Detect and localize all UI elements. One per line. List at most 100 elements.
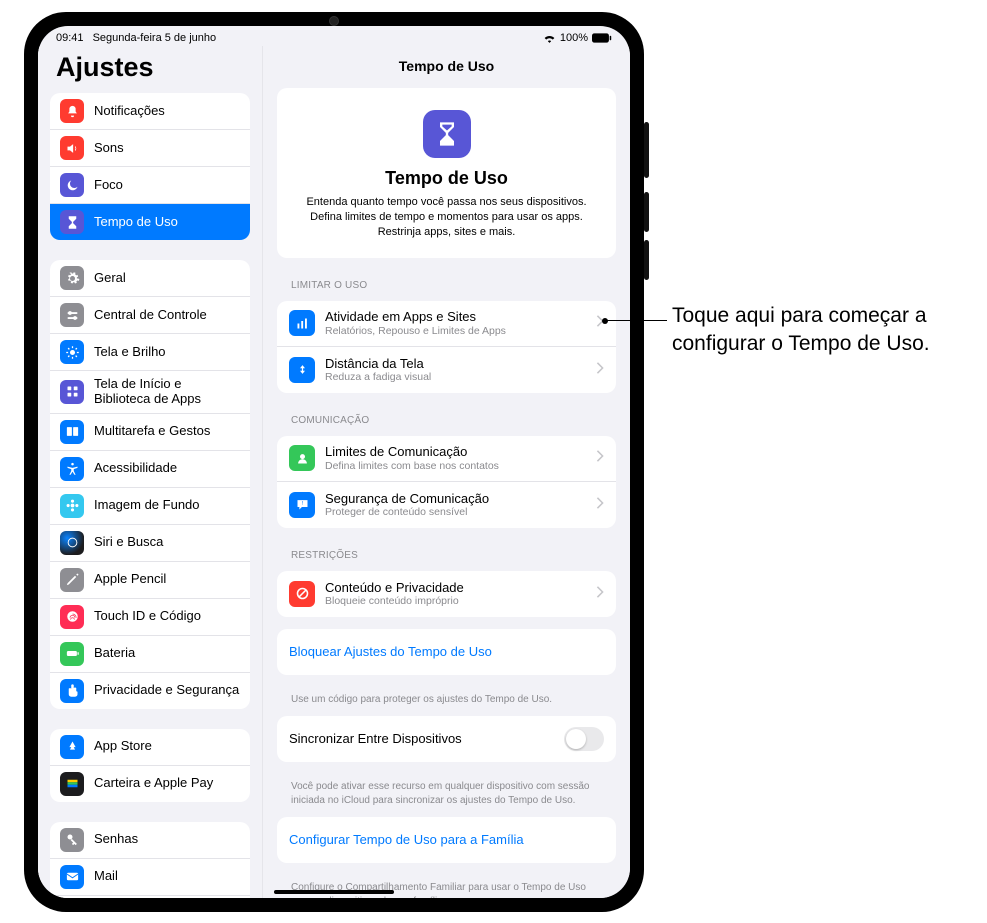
detail-row-dist-ncia-da-tela[interactable]: Distância da TelaReduza a fadiga visual — [277, 347, 616, 393]
contact-limit-icon — [289, 445, 315, 471]
row-title: Distância da Tela — [325, 356, 596, 372]
row-subtitle: Reduza a fadiga visual — [325, 371, 596, 383]
battery-icon — [60, 642, 84, 666]
row-title: Configurar Tempo de Uso para a Família — [289, 832, 604, 848]
sidebar-item-carteira-e-apple-pay[interactable]: Carteira e Apple Pay — [50, 766, 250, 802]
sidebar-item-central-de-controle[interactable]: Central de Controle — [50, 297, 250, 334]
sidebar-item-mail[interactable]: Mail — [50, 859, 250, 896]
sidebar-item-notifica-es[interactable]: Notificações — [50, 93, 250, 130]
sidebar-item-label: Geral — [94, 271, 240, 286]
hero-body: Entenda quanto tempo você passa nos seus… — [299, 195, 594, 240]
sidebar-item-label: Siri e Busca — [94, 535, 240, 550]
wifi-icon — [543, 32, 556, 44]
sidebar-title: Ajustes — [38, 46, 262, 93]
detail-row-sincronizar-entre-dispositivos[interactable]: Sincronizar Entre Dispositivos — [277, 716, 616, 762]
front-camera — [329, 16, 339, 26]
detail-row-configurar-tempo-de-uso-para-a-fam-lia[interactable]: Configurar Tempo de Uso para a Família — [277, 817, 616, 863]
sidebar-item-tempo-de-uso[interactable]: Tempo de Uso — [50, 204, 250, 240]
detail-row-bloquear-ajustes-do-tempo-de-uso[interactable]: Bloquear Ajustes do Tempo de Uso — [277, 629, 616, 675]
section-footer: Configure o Compartilhamento Familiar pa… — [263, 875, 630, 898]
callout-leader-line — [605, 320, 667, 321]
row-title: Segurança de Comunicação — [325, 491, 596, 507]
row-subtitle: Proteger de conteúdo sensível — [325, 506, 596, 518]
distance-icon — [289, 357, 315, 383]
status-bar: 09:41 Segunda-feira 5 de junho 100% — [38, 26, 630, 46]
sidebar-item-label: Multitarefa e Gestos — [94, 424, 240, 439]
hand-icon — [60, 679, 84, 703]
sidebar-item-geral[interactable]: Geral — [50, 260, 250, 297]
power-button — [644, 122, 649, 178]
volume-up-button — [644, 192, 649, 232]
sidebar-item-label: Tela de Início e Biblioteca de Apps — [94, 377, 240, 407]
detail-row-seguran-a-de-comunica-o[interactable]: ! Segurança de ComunicaçãoProteger de con… — [277, 482, 616, 528]
sidebar-item-bateria[interactable]: Bateria — [50, 636, 250, 673]
wallet-icon — [60, 772, 84, 796]
sidebar-item-label: Acessibilidade — [94, 461, 240, 476]
section-header: COMUNICAÇÃO — [263, 405, 630, 430]
toggle-switch[interactable] — [564, 727, 604, 751]
sidebar-item-contatos[interactable]: Contatos — [50, 896, 250, 898]
section-footer: Você pode ativar esse recurso em qualque… — [263, 774, 630, 811]
row-title: Bloquear Ajustes do Tempo de Uso — [289, 644, 604, 660]
mail-icon — [60, 865, 84, 889]
row-title: Limites de Comunicação — [325, 444, 596, 460]
row-title: Sincronizar Entre Dispositivos — [289, 731, 564, 747]
row-subtitle: Defina limites com base nos contatos — [325, 460, 596, 472]
sidebar-item-label: Imagem de Fundo — [94, 498, 240, 513]
hero-heading: Tempo de Uso — [299, 168, 594, 189]
volume-down-button — [644, 240, 649, 280]
sidebar-item-label: Senhas — [94, 832, 240, 847]
sidebar-item-label: Tempo de Uso — [94, 215, 240, 230]
sidebar-item-label: Central de Controle — [94, 308, 240, 323]
sidebar-item-multitarefa-e-gestos[interactable]: Multitarefa e Gestos — [50, 414, 250, 451]
settings-sidebar[interactable]: Ajustes Notificações Sons Foco Tempo de Uso… — [38, 46, 263, 898]
detail-row-limites-de-comunica-o[interactable]: Limites de ComunicaçãoDefina limites com… — [277, 436, 616, 482]
row-subtitle: Bloqueie conteúdo impróprio — [325, 595, 596, 607]
speaker-icon — [60, 136, 84, 160]
sidebar-item-label: Bateria — [94, 646, 240, 661]
section-header: LIMITAR O USO — [263, 270, 630, 295]
detail-row-conte-do-e-privacidade[interactable]: Conteúdo e PrivacidadeBloqueie conteúdo … — [277, 571, 616, 617]
row-subtitle: Relatórios, Repouso e Limites de Apps — [325, 325, 596, 337]
switches-icon — [60, 303, 84, 327]
flower-icon — [60, 494, 84, 518]
home-indicator[interactable] — [274, 890, 394, 894]
sidebar-item-siri-e-busca[interactable]: Siri e Busca — [50, 525, 250, 562]
sidebar-item-label: Apple Pencil — [94, 572, 240, 587]
sidebar-item-foco[interactable]: Foco — [50, 167, 250, 204]
sidebar-item-senhas[interactable]: Senhas — [50, 822, 250, 859]
accessibility-icon — [60, 457, 84, 481]
chevron-right-icon — [596, 361, 604, 379]
sidebar-item-tela-de-in-cio-e-biblioteca-de-apps[interactable]: Tela de Início e Biblioteca de Apps — [50, 371, 250, 414]
sidebar-item-label: Carteira e Apple Pay — [94, 776, 240, 791]
battery-icon — [592, 32, 612, 44]
battery-pct: 100% — [560, 32, 588, 44]
bubble-alert-icon: ! — [289, 492, 315, 518]
sidebar-item-acessibilidade[interactable]: Acessibilidade — [50, 451, 250, 488]
sidebar-item-tela-e-brilho[interactable]: Tela e Brilho — [50, 334, 250, 371]
ipad-frame: 09:41 Segunda-feira 5 de junho 100% Ajus… — [24, 12, 644, 912]
sidebar-item-touch-id-e-c-digo[interactable]: Touch ID e Código — [50, 599, 250, 636]
callout-annotation: Toque aqui para começar a configurar o T… — [672, 302, 962, 359]
sidebar-item-sons[interactable]: Sons — [50, 130, 250, 167]
detail-pane[interactable]: Tempo de Uso Tempo de Uso Entenda quanto… — [263, 46, 630, 898]
detail-row-atividade-em-apps-e-sites[interactable]: Atividade em Apps e SitesRelatórios, Rep… — [277, 301, 616, 347]
sidebar-item-imagem-de-fundo[interactable]: Imagem de Fundo — [50, 488, 250, 525]
grid-icon — [60, 380, 84, 404]
section-header: RESTRIÇÕES — [263, 540, 630, 565]
chevron-right-icon — [596, 449, 604, 467]
row-title: Conteúdo e Privacidade — [325, 580, 596, 596]
sidebar-item-app-store[interactable]: App Store — [50, 729, 250, 766]
sidebar-item-label: Notificações — [94, 104, 240, 119]
hero-card: Tempo de Uso Entenda quanto tempo você p… — [277, 88, 616, 258]
gear-icon — [60, 266, 84, 290]
sidebar-item-privacidade-e-seguran-a[interactable]: Privacidade e Segurança — [50, 673, 250, 709]
key-icon — [60, 828, 84, 852]
sidebar-item-apple-pencil[interactable]: Apple Pencil — [50, 562, 250, 599]
sidebar-item-label: App Store — [94, 739, 240, 754]
screen: 09:41 Segunda-feira 5 de junho 100% Ajus… — [38, 26, 630, 898]
hourglass-icon — [60, 210, 84, 234]
rectangles-icon — [60, 420, 84, 444]
sidebar-item-label: Foco — [94, 178, 240, 193]
status-date: Segunda-feira 5 de junho — [93, 32, 217, 44]
